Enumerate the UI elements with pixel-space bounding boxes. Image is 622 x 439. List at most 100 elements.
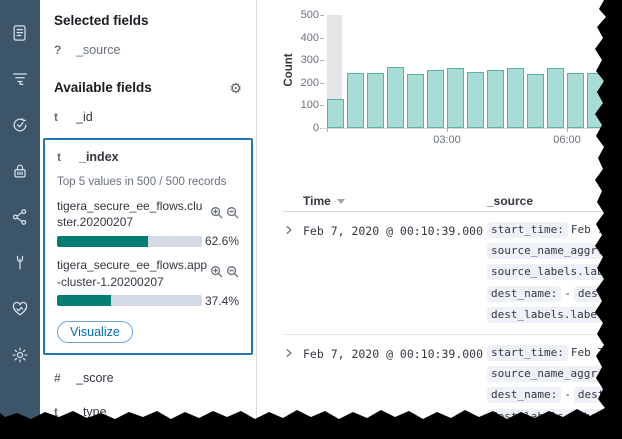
source-field-line: dest_labels.labels	[487, 307, 622, 328]
field-type-icon: ?	[54, 43, 64, 57]
visualize-button[interactable]: Visualize	[57, 321, 133, 343]
logs-icon	[10, 23, 30, 43]
y-tick-label: 500	[285, 9, 319, 21]
top-value-filter-icons	[210, 198, 239, 219]
nav-policies-icon[interactable]	[0, 56, 40, 102]
histogram-bar[interactable]	[387, 67, 404, 128]
left-nav-rail	[0, 0, 40, 439]
histogram-bar[interactable]	[487, 70, 504, 128]
table-rows: Feb 7, 2020 @ 00:10:39.000start_time:Feb…	[283, 212, 622, 436]
top-value-progress-track	[57, 236, 202, 247]
nav-compliance-icon[interactable]	[0, 102, 40, 148]
selected-fields-list: ?_source	[40, 33, 256, 67]
x-tick-mark	[447, 128, 448, 132]
top-value-progress-track	[57, 295, 202, 306]
field-item-type[interactable]: t _type	[40, 395, 256, 429]
histogram-bar[interactable]	[527, 74, 544, 128]
field-settings-gear-icon[interactable]: ⚙	[229, 81, 242, 95]
network-icon	[10, 207, 30, 227]
histogram-bar[interactable]	[347, 73, 364, 128]
top-value-item: tigera_secure_ee_flows.cluster.202002076…	[57, 198, 239, 248]
nav-network-icon[interactable]	[0, 194, 40, 240]
field-type-icon: t	[54, 110, 64, 124]
histogram-bar[interactable]	[507, 68, 524, 128]
zoom-in-icon[interactable]	[210, 206, 223, 219]
top-value-name: tigera_secure_ee_flows.app-cluster-1.202…	[57, 257, 208, 289]
nav-settings-icon[interactable]	[0, 332, 40, 378]
top-value-percent: 37.4%	[202, 294, 239, 308]
field-type-icon: t	[57, 150, 67, 164]
field-item-index[interactable]: t _index	[45, 142, 251, 172]
field-name-badge: start_time:	[487, 345, 568, 361]
nav-logs-icon[interactable]	[0, 10, 40, 56]
field-name: _index	[79, 150, 119, 164]
expand-chevron-icon	[283, 347, 295, 359]
histogram-bar[interactable]	[547, 68, 564, 128]
field-item-score[interactable]: #_score	[40, 361, 256, 395]
top-value-filter-icons	[210, 257, 239, 278]
zoom-out-icon[interactable]	[226, 265, 239, 278]
field-name-badge: source_labels.lab	[487, 264, 608, 280]
top-value-percent: 62.6%	[202, 234, 239, 248]
histogram-bar[interactable]	[327, 99, 344, 128]
field-value-text: -	[561, 388, 574, 401]
histogram-bar[interactable]	[367, 73, 384, 128]
y-tick-label: 100	[285, 99, 319, 111]
field-name-badge: dest_name:	[487, 387, 561, 403]
wrench-icon	[10, 253, 30, 273]
field-type-icon: t	[54, 405, 64, 419]
available-fields-list: t _id	[40, 100, 256, 134]
y-tick-mark	[320, 83, 324, 84]
x-tick-mark	[327, 128, 328, 132]
settings-icon	[10, 345, 30, 365]
source-field-line: source_name_aggr:	[487, 243, 622, 264]
source-field-line: source_name_aggr:	[487, 366, 622, 387]
field-item-id[interactable]: t _id	[40, 100, 256, 134]
field-name: _type	[76, 405, 107, 419]
source-field-line: start_time:Feb 7,	[487, 345, 622, 366]
histogram-bar[interactable]	[447, 68, 464, 128]
field-item-action[interactable]: taction	[40, 429, 256, 439]
row-expand-toggle[interactable]	[283, 345, 303, 430]
source-column-header: _source	[487, 194, 622, 208]
sort-caret-icon	[337, 199, 345, 204]
y-tick-label: 300	[285, 54, 319, 66]
histogram-bar[interactable]	[427, 70, 444, 128]
field-type-icon: #	[54, 371, 64, 385]
nav-health-icon[interactable]	[0, 286, 40, 332]
top-values-summary: Top 5 values in 500 / 500 records	[57, 176, 239, 188]
time-cell: Feb 7, 2020 @ 00:10:39.000	[303, 222, 487, 328]
policies-icon	[10, 69, 30, 89]
fields-sidebar: Selected fields ?_source Available field…	[40, 0, 257, 439]
top-values-list: tigera_secure_ee_flows.cluster.202002076…	[57, 198, 239, 308]
field-value-text: -	[561, 287, 574, 300]
histogram-bar[interactable]	[467, 72, 484, 128]
discover-main: Count010020030040050003:0006:00 Time _so…	[257, 0, 622, 439]
table-row: Feb 7, 2020 @ 00:10:39.000start_time:Feb…	[283, 212, 622, 334]
zoom-out-icon[interactable]	[226, 206, 239, 219]
histogram-bar[interactable]	[407, 74, 424, 128]
expand-chevron-icon	[283, 224, 295, 236]
field-value-text: Feb 7	[568, 223, 607, 236]
field-details-popover: t _index Top 5 values in 500 / 500 recor…	[43, 138, 253, 355]
source-field-line: dest_labels.labels	[487, 409, 622, 430]
nav-wrench-icon[interactable]	[0, 240, 40, 286]
field-name: _id	[76, 110, 93, 124]
histogram-bar[interactable]	[567, 73, 584, 128]
y-tick-mark	[320, 105, 324, 106]
histogram-bar[interactable]	[587, 73, 604, 128]
available-fields-list-after: #_scoret _typetaction #	[40, 361, 256, 439]
source-field-line: dest_name:-dest	[487, 387, 622, 408]
time-column-header[interactable]: Time	[303, 194, 487, 208]
field-item-source[interactable]: ?_source	[40, 33, 256, 67]
top-value-progress-fill	[57, 236, 148, 247]
zoom-in-icon[interactable]	[210, 265, 223, 278]
y-tick-mark	[320, 38, 324, 39]
top-value-progress-fill	[57, 295, 111, 306]
histogram-chart[interactable]: Count010020030040050003:0006:00	[257, 0, 622, 150]
source-cell: start_time:Feb 7source_name_aggr:source_…	[487, 222, 622, 328]
x-tick-label: 03:00	[422, 134, 472, 146]
row-expand-toggle[interactable]	[283, 222, 303, 328]
field-value-text: Feb 7,	[568, 346, 614, 359]
nav-lock-icon[interactable]	[0, 148, 40, 194]
